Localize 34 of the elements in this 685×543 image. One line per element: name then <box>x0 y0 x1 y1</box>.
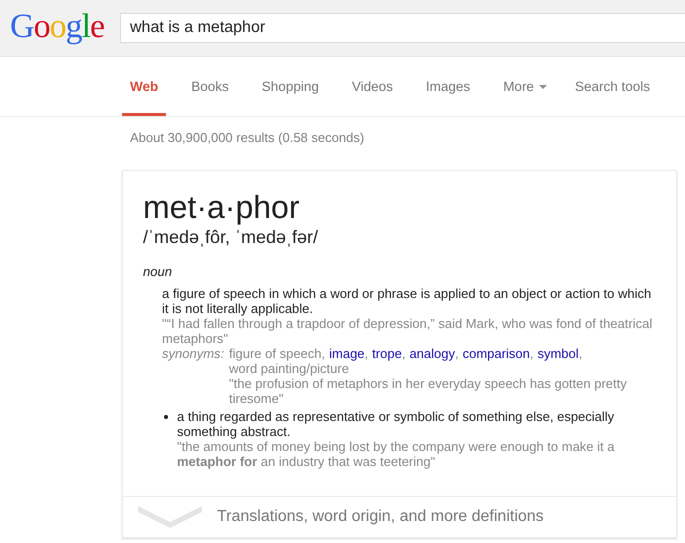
synonym-text: figure of speech, <box>229 346 326 361</box>
comma-separator: , <box>530 346 534 361</box>
more-menu[interactable]: More <box>495 57 555 116</box>
headword: met·a·phor <box>143 189 300 225</box>
google-logo[interactable]: Google <box>10 7 102 47</box>
comma-separator: , <box>454 346 459 361</box>
example-sentence: "“I had fallen through a trapdoor of depression,” said Mark, who was fond of theatrical metaphors" <box>162 316 654 346</box>
nav-tab[interactable]: Web <box>122 57 166 116</box>
search-field[interactable]: what is a metaphor <box>120 13 685 43</box>
definition-text: a figure of speech in which a word or phrase is applied to an object or action to which it is not literally applicable. <box>162 286 652 316</box>
example-sentence: "the amounts of money being lost by the company were enough to make it a metaphor for an industry that was teetering" <box>177 439 616 469</box>
chevron-down-icon[interactable] <box>138 506 202 528</box>
more-definitions-link[interactable]: Translations, word origin, and more definitions <box>217 508 544 526</box>
caret-icon <box>538 84 547 88</box>
part-of-speech: noun <box>143 264 173 280</box>
synonyms-label: synonyms: <box>162 346 226 363</box>
synonym-text: word painting/picture <box>229 361 349 376</box>
nav-tab[interactable]: Books <box>183 57 237 116</box>
synonym-link[interactable]: symbol <box>537 346 579 361</box>
result-stats: About 30,900,000 results (0.58 seconds) <box>130 130 366 146</box>
comma-separator: , <box>364 346 368 361</box>
definition-text: a thing regarded as representative or symbolic of something else, especially something abstract. <box>177 409 616 439</box>
pronunciation: /ˈmedəˌfôr, ˈmedəˌfər/ <box>143 226 320 248</box>
nav-tab[interactable]: Shopping <box>254 57 327 116</box>
synonym-link[interactable]: analogy <box>409 346 455 361</box>
comma-separator: , <box>578 346 582 361</box>
example-sentence: "the profusion of metaphors in her everyday speech has gotten pretty tiresome" <box>229 376 628 406</box>
search-tools-button[interactable]: Search tools <box>566 57 658 116</box>
nav-tab[interactable]: Videos <box>344 57 401 116</box>
synonym-link[interactable]: image <box>329 346 365 361</box>
nav-tab[interactable]: Images <box>418 57 478 116</box>
synonym-link[interactable]: trope <box>372 346 402 361</box>
comma-separator: , <box>402 346 406 361</box>
synonym-link[interactable]: comparison <box>462 346 530 361</box>
